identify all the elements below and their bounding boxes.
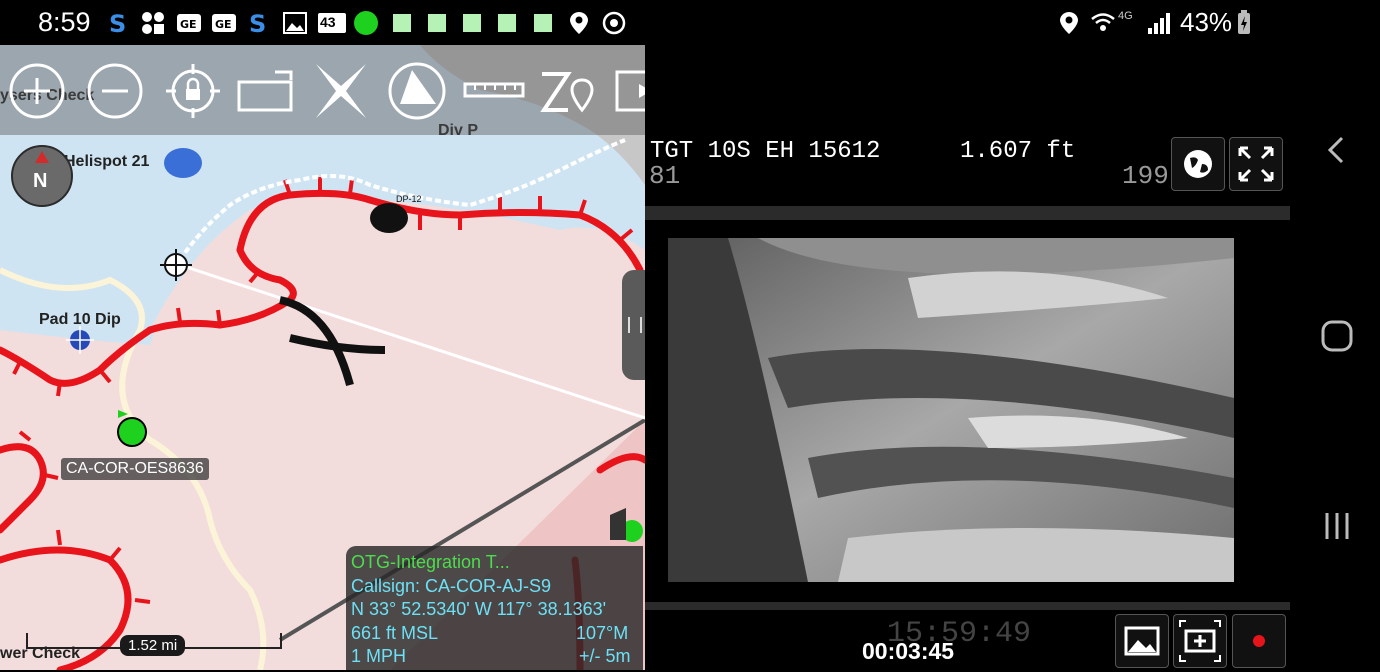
elevation-icon[interactable] — [538, 60, 600, 122]
android-nav-bar — [1290, 45, 1380, 670]
signal-icon — [1148, 13, 1170, 34]
video-overlay-num-right: 199 — [1122, 161, 1169, 191]
record-icon — [1253, 635, 1265, 647]
rotate-icon[interactable] — [235, 60, 297, 122]
location-icon-right — [1060, 12, 1078, 34]
video-overlay-bar-bottom — [645, 602, 1290, 610]
arc-symbol-right — [289, 334, 386, 354]
info-title: OTG-Integration T... — [351, 552, 510, 572]
zoom-out-icon[interactable] — [84, 60, 146, 122]
svg-text:S: S — [249, 10, 266, 36]
sync-icon-2: S — [249, 10, 266, 36]
info-callsign: Callsign: CA-COR-AJ-S9 — [351, 576, 552, 596]
compass-letter: N — [33, 170, 48, 192]
back-icon[interactable] — [1324, 135, 1348, 165]
status-square-4 — [498, 14, 516, 32]
info-coordinates: N 33° 52.5340' W 117° 38.1363' — [351, 599, 607, 619]
unit-marker[interactable] — [117, 417, 147, 447]
scale-label: 1.52 mi — [120, 635, 186, 656]
target-range: 1.607 ft — [960, 138, 1076, 165]
globe-icon — [1184, 150, 1212, 178]
globe-button[interactable] — [1171, 137, 1225, 191]
info-heading: 107°M — [576, 623, 629, 643]
badge-count: 43 — [320, 14, 336, 30]
cone-icon[interactable] — [386, 60, 448, 122]
north-arrow-icon — [35, 151, 49, 163]
location-icon — [570, 12, 588, 34]
dp-marker[interactable] — [370, 203, 408, 233]
map-label-pad: Pad 10 Dip — [39, 311, 121, 328]
status-bar: 8:59 S GE GE S 43 4G 43% — [0, 0, 1380, 45]
apps-icon — [142, 12, 164, 34]
video-overlay-num-left: 81 — [649, 161, 681, 191]
ge-icon-2: GE — [212, 14, 236, 32]
gallery-icon — [283, 12, 307, 34]
sync-icon: S — [109, 10, 126, 36]
compass-button[interactable]: N — [11, 145, 73, 207]
lock-position-icon[interactable] — [162, 60, 224, 122]
network-type: 4G — [1118, 10, 1133, 22]
home-icon[interactable] — [1320, 319, 1354, 353]
ge-icon: GE — [177, 14, 201, 32]
status-square-3 — [463, 14, 481, 32]
capture-frame-button[interactable] — [1173, 614, 1227, 668]
helispot-marker[interactable] — [164, 148, 202, 178]
recents-icon[interactable] — [1322, 509, 1352, 543]
info-altitude: 661 ft MSL — [351, 623, 439, 643]
target-grid: TGT 10S EH 15612 — [650, 138, 881, 165]
status-time: 8:59 — [38, 7, 91, 37]
info-accuracy: +/- 5m — [579, 646, 631, 666]
target-readout: TGT 10S EH 15612 1.607 ft — [650, 138, 1075, 165]
close-x-icon[interactable] — [310, 60, 372, 122]
unit-callsign-label[interactable]: CA-COR-OES8636 — [61, 458, 209, 480]
add-frame-icon — [1179, 620, 1221, 662]
svg-text:S: S — [109, 10, 126, 36]
expand-icon — [1238, 146, 1274, 182]
wifi-icon — [1091, 13, 1115, 31]
target-line — [179, 263, 645, 420]
status-square-2 — [428, 14, 446, 32]
zoom-in-icon[interactable] — [6, 60, 68, 122]
status-square-5 — [534, 14, 552, 32]
ruler-icon[interactable] — [463, 60, 525, 122]
snapshot-button[interactable] — [1115, 614, 1169, 668]
image-icon — [1124, 626, 1160, 656]
expand-button[interactable] — [1229, 137, 1283, 191]
target-icon — [602, 11, 626, 35]
battery-percent: 43% — [1180, 7, 1233, 37]
video-feed[interactable] — [668, 238, 1234, 582]
map-label-helispot: Helispot 21 — [64, 153, 150, 170]
recording-timer: 00:03:45 — [862, 638, 955, 664]
svg-text:GE: GE — [215, 18, 232, 31]
green-dot-icon — [354, 11, 378, 35]
record-button[interactable] — [1232, 614, 1286, 668]
panel-drag-handle[interactable] — [622, 270, 645, 380]
map-label-dp: DP-12 — [396, 194, 422, 204]
info-speed: 1 MPH — [351, 646, 407, 666]
battery-icon — [1238, 10, 1250, 34]
svg-text:GE: GE — [180, 18, 197, 31]
selected-unit-info[interactable]: OTG-Integration T... Callsign: CA-COR-AJ… — [346, 546, 643, 670]
video-topbar — [645, 45, 1290, 135]
status-square-1 — [393, 14, 411, 32]
video-overlay-bar-top — [645, 206, 1290, 220]
